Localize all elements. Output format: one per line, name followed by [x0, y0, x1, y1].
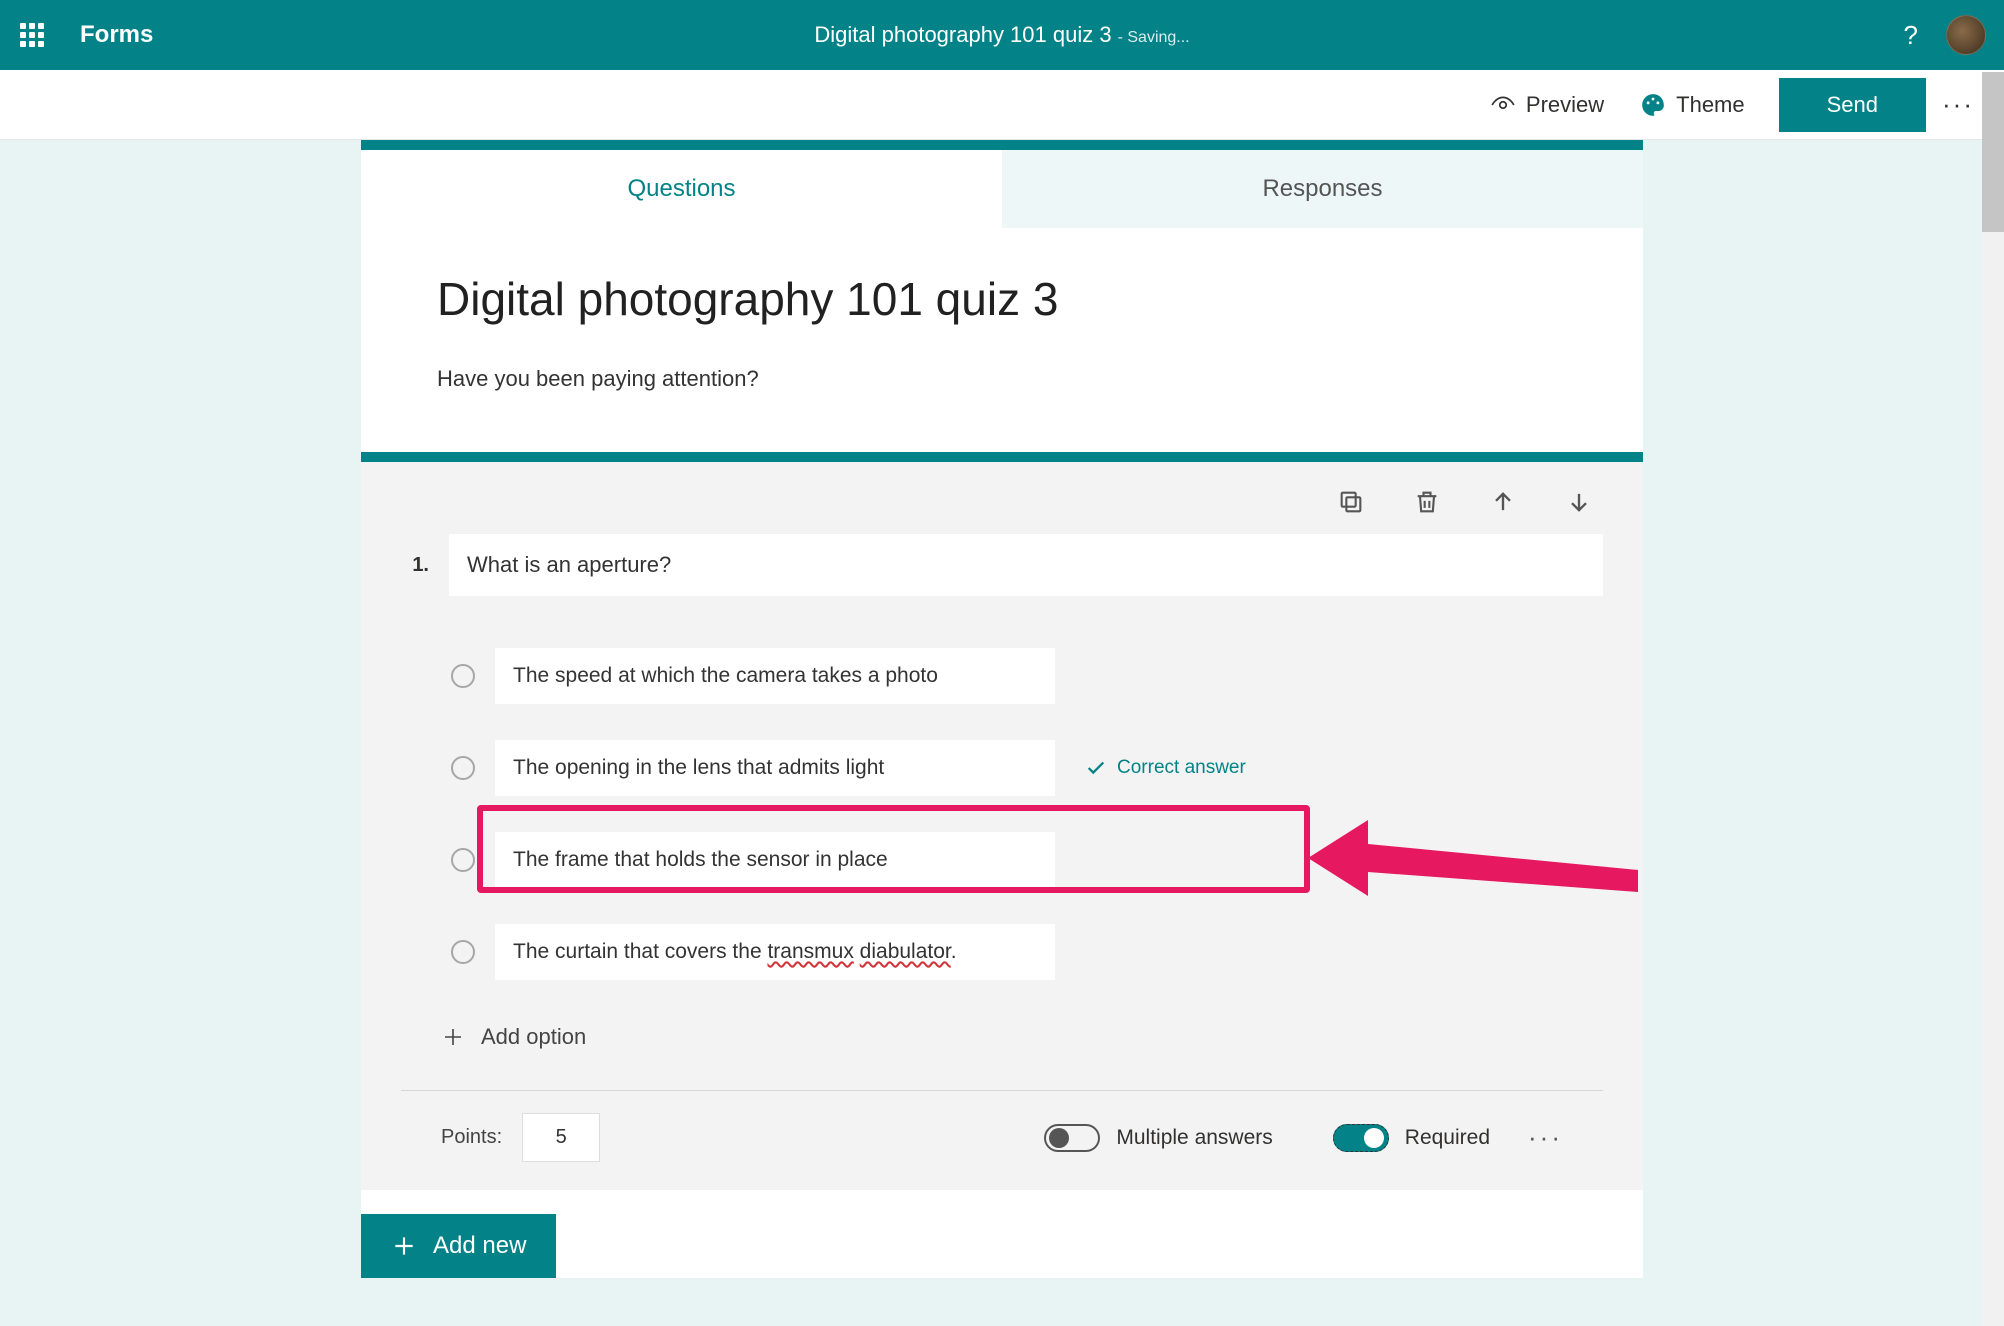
- option-row-3: The frame that holds the sensor in place: [445, 832, 1603, 888]
- option-input[interactable]: The speed at which the camera takes a ph…: [495, 648, 1055, 704]
- option-radio[interactable]: [451, 756, 475, 780]
- question-card: 1. What is an aperture? The speed at whi…: [361, 452, 1643, 1190]
- tab-responses[interactable]: Responses: [1002, 150, 1643, 228]
- question-footer: Points: 5 Multiple answers Required ···: [401, 1090, 1603, 1190]
- add-option-button[interactable]: Add option: [441, 1016, 1603, 1080]
- option-radio[interactable]: [451, 664, 475, 688]
- theme-label: Theme: [1676, 92, 1744, 118]
- plus-icon: [441, 1025, 465, 1049]
- add-new-label: Add new: [433, 1232, 526, 1260]
- scrollbar[interactable]: [1982, 72, 2004, 1326]
- multiple-answers-toggle[interactable]: Multiple answers: [1044, 1124, 1272, 1152]
- plus-icon: [391, 1233, 417, 1259]
- option-row-2: The opening in the lens that admits ligh…: [445, 740, 1603, 796]
- app-launcher-icon[interactable]: [18, 21, 46, 49]
- question-text-input[interactable]: What is an aperture?: [449, 534, 1603, 596]
- option-row-4: The curtain that covers the transmux dia…: [445, 924, 1603, 980]
- move-up-icon[interactable]: [1489, 488, 1517, 516]
- correct-answer-badge: Correct answer: [1085, 757, 1246, 779]
- option-text: .: [951, 940, 957, 963]
- option-text: The curtain that covers the: [513, 940, 767, 963]
- preview-button[interactable]: Preview: [1476, 88, 1618, 122]
- send-button[interactable]: Send: [1779, 78, 1926, 132]
- add-new-button[interactable]: Add new: [361, 1214, 556, 1278]
- eye-icon: [1490, 92, 1516, 118]
- app-name[interactable]: Forms: [80, 21, 153, 49]
- option-row-1: The speed at which the camera takes a ph…: [445, 648, 1603, 704]
- required-label: Required: [1405, 1126, 1490, 1150]
- scrollbar-thumb[interactable]: [1982, 72, 2004, 232]
- question-toolbar: [401, 480, 1603, 534]
- help-icon[interactable]: ?: [1904, 20, 1918, 51]
- option-radio[interactable]: [451, 848, 475, 872]
- action-toolbar: Preview Theme Send ···: [0, 70, 2004, 140]
- points-label: Points:: [441, 1126, 502, 1149]
- avatar[interactable]: [1946, 15, 1986, 55]
- document-title-text: Digital photography 101 quiz 3: [814, 22, 1111, 48]
- required-toggle[interactable]: Required: [1333, 1124, 1490, 1152]
- spelling-error: diabulator: [860, 940, 951, 963]
- theme-button[interactable]: Theme: [1626, 88, 1758, 122]
- trash-icon[interactable]: [1413, 488, 1441, 516]
- add-option-label: Add option: [481, 1024, 586, 1050]
- spelling-error: transmux: [767, 940, 853, 963]
- form-card: Questions Responses Digital photography …: [361, 140, 1643, 1278]
- points-input[interactable]: 5: [522, 1113, 600, 1162]
- more-icon[interactable]: ···: [1934, 89, 1982, 120]
- correct-answer-label: Correct answer: [1117, 757, 1246, 779]
- tabs: Questions Responses: [361, 150, 1643, 228]
- tab-questions[interactable]: Questions: [361, 150, 1002, 228]
- theme-icon: [1640, 92, 1666, 118]
- form-title[interactable]: Digital photography 101 quiz 3: [437, 272, 1567, 326]
- saving-status: - Saving...: [1118, 29, 1190, 47]
- multiple-answers-label: Multiple answers: [1116, 1126, 1272, 1150]
- preview-label: Preview: [1526, 92, 1604, 118]
- move-down-icon[interactable]: [1565, 488, 1593, 516]
- form-description[interactable]: Have you been paying attention?: [437, 366, 1567, 392]
- copy-icon[interactable]: [1337, 488, 1365, 516]
- option-input[interactable]: The curtain that covers the transmux dia…: [495, 924, 1055, 980]
- option-input[interactable]: The frame that holds the sensor in place: [495, 832, 1055, 888]
- question-number: 1.: [401, 554, 429, 577]
- option-radio[interactable]: [451, 940, 475, 964]
- document-title[interactable]: Digital photography 101 quiz 3 - Saving.…: [814, 22, 1189, 48]
- question-more-icon[interactable]: ···: [1528, 1122, 1563, 1153]
- option-input[interactable]: The opening in the lens that admits ligh…: [495, 740, 1055, 796]
- top-bar: Forms Digital photography 101 quiz 3 - S…: [0, 0, 2004, 70]
- check-icon: [1085, 757, 1107, 779]
